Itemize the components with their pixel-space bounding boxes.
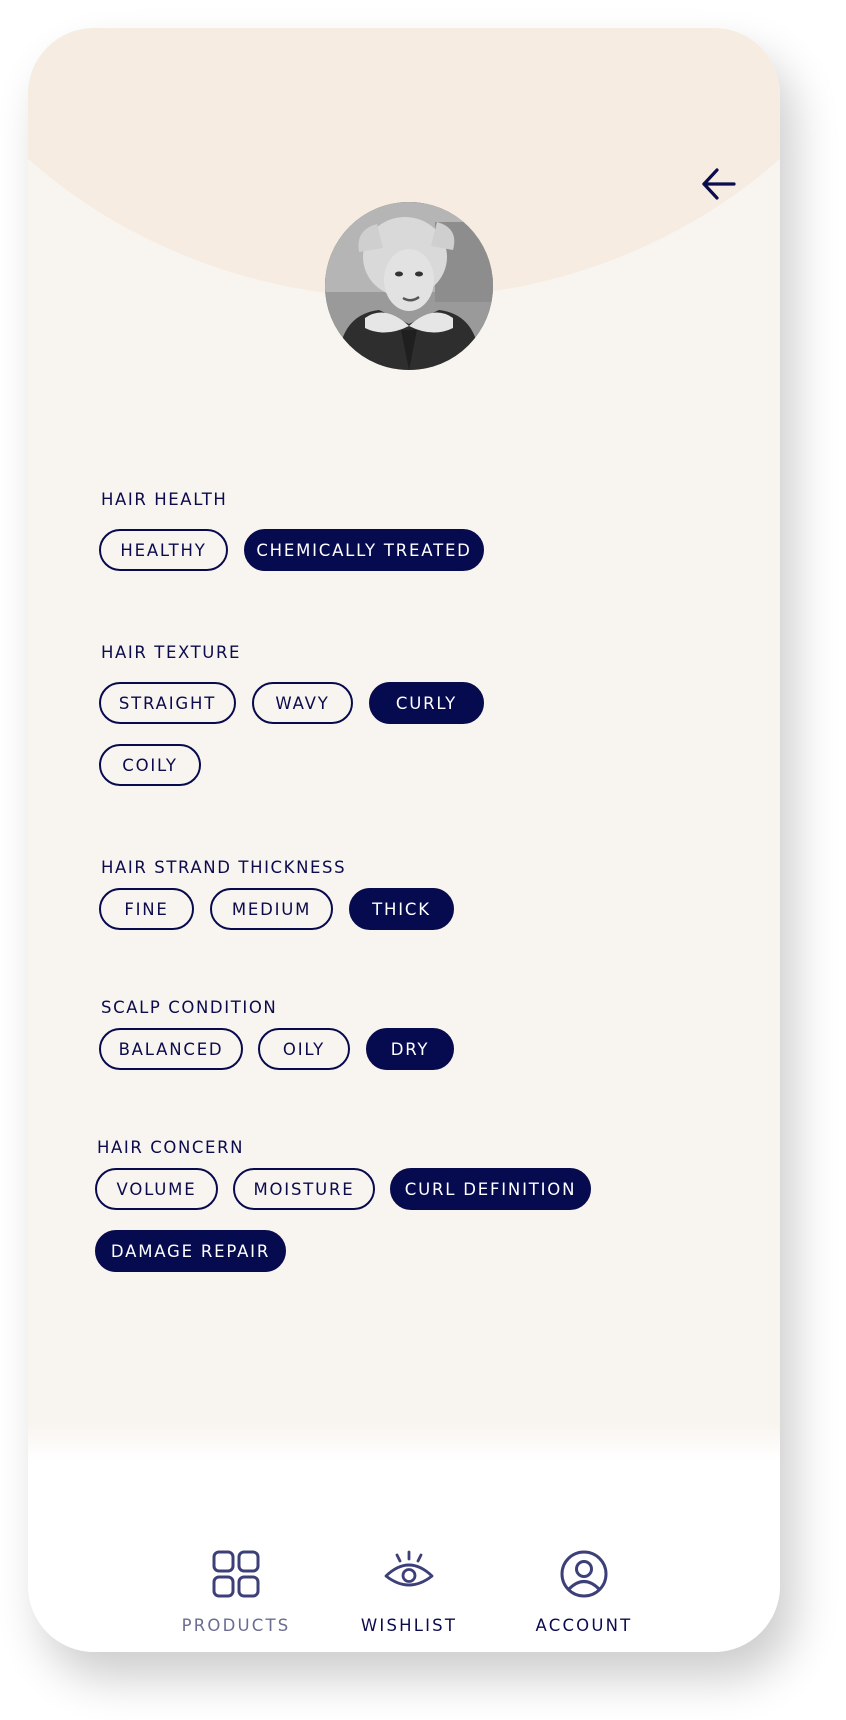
grid-icon	[212, 1550, 260, 1598]
nav-account-label: ACCOUNT	[535, 1616, 633, 1635]
chip-balanced[interactable]: BALANCED	[99, 1028, 243, 1070]
chip-coily[interactable]: COILY	[99, 744, 201, 786]
chip-fine[interactable]: FINE	[99, 888, 194, 930]
phone-frame: HAIR HEALTH HEALTHY CHEMICALLY TREATED H…	[28, 28, 780, 1652]
avatar[interactable]	[325, 202, 493, 370]
chip-curl-definition[interactable]: CURL DEFINITION	[390, 1168, 591, 1210]
chip-curly[interactable]: CURLY	[369, 682, 484, 724]
chip-medium[interactable]: MEDIUM	[210, 888, 333, 930]
chip-dry[interactable]: DRY	[366, 1028, 454, 1070]
chip-damage-repair[interactable]: DAMAGE REPAIR	[95, 1230, 286, 1272]
arrow-left-icon	[702, 168, 736, 200]
back-button[interactable]	[698, 162, 742, 206]
chip-oily[interactable]: OILY	[258, 1028, 350, 1070]
user-photo	[325, 202, 493, 370]
chip-wavy[interactable]: WAVY	[252, 682, 353, 724]
bottom-nav: PRODUCTS WISHLIST ACCOUNT	[28, 1420, 780, 1652]
nav-wishlist[interactable]: WISHLIST	[334, 1548, 484, 1635]
chip-chemically-treated[interactable]: CHEMICALLY TREATED	[244, 529, 484, 571]
section-label-hair-texture: HAIR TEXTURE	[101, 643, 242, 662]
nav-account[interactable]: ACCOUNT	[509, 1548, 659, 1635]
chip-healthy[interactable]: HEALTHY	[99, 529, 228, 571]
chip-moisture[interactable]: MOISTURE	[233, 1168, 375, 1210]
section-label-strand-thickness: HAIR STRAND THICKNESS	[101, 858, 347, 877]
nav-products[interactable]: PRODUCTS	[161, 1548, 311, 1635]
section-label-hair-health: HAIR HEALTH	[101, 490, 228, 509]
nav-wishlist-label: WISHLIST	[360, 1616, 458, 1635]
eye-icon	[384, 1550, 434, 1587]
nav-products-label: PRODUCTS	[181, 1616, 291, 1635]
chip-thick[interactable]: THICK	[349, 888, 454, 930]
section-label-scalp-condition: SCALP CONDITION	[101, 998, 278, 1017]
chip-straight[interactable]: STRAIGHT	[99, 682, 236, 724]
chip-volume[interactable]: VOLUME	[95, 1168, 218, 1210]
section-label-hair-concern: HAIR CONCERN	[97, 1138, 245, 1157]
user-circle-icon	[560, 1550, 608, 1598]
